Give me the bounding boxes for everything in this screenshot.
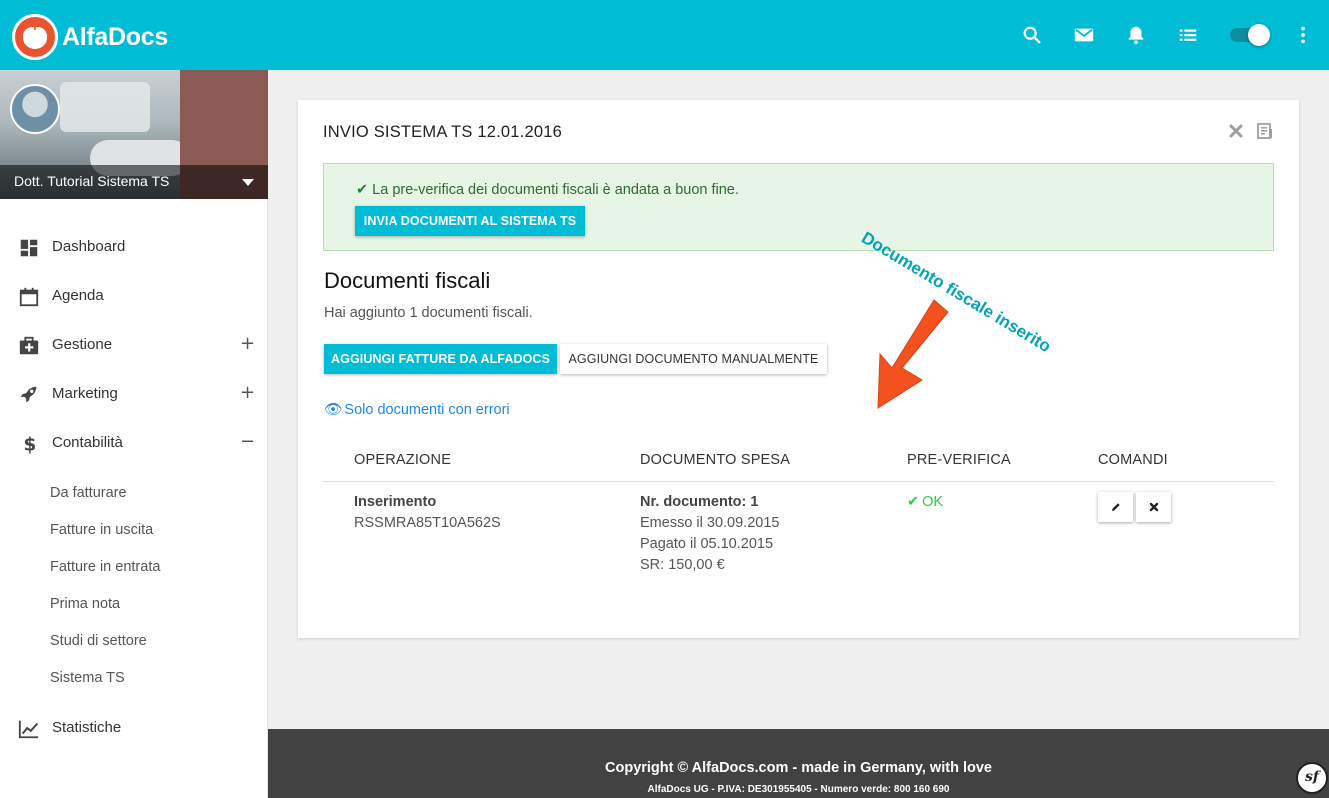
eye-icon: 👁 — [324, 402, 343, 418]
profile-header: Dott. Tutorial Sistema TS — [0, 70, 268, 199]
alert-message-row: ✔ La pre-verifica dei documenti fiscali è… — [356, 182, 739, 198]
avatar[interactable] — [10, 84, 60, 134]
fiscal-code: RSSMRA85T10A562S — [354, 515, 501, 531]
mail-icon[interactable] — [1073, 24, 1095, 46]
caret-down-icon — [242, 179, 254, 186]
sidebar-item-label: Agenda — [52, 287, 104, 304]
sidebar-item-label: Marketing — [52, 385, 118, 402]
invio-sistema-ts-card: INVIO SISTEMA TS 12.01.2016 ✔ La pre-veri… — [298, 100, 1299, 638]
expand-icon[interactable]: + — [240, 382, 255, 403]
lion-logo-icon — [12, 14, 58, 60]
section-subtitle: Hai aggiunto 1 documenti fiscali. — [324, 305, 533, 321]
table-row-operation: Inserimento RSSMRA85T10A562S — [354, 492, 501, 534]
column-header-documento-spesa: DOCUMENTO SPESA — [640, 452, 791, 468]
profile-background-image — [60, 82, 150, 132]
sidebar-item-agenda[interactable]: Agenda — [0, 277, 268, 317]
sidebar-item-dashboard[interactable]: Dashboard — [0, 228, 268, 268]
column-header-pre-verifica: PRE-VERIFICA — [907, 452, 1011, 468]
section-title: Documenti fiscali — [324, 268, 491, 293]
card-title: INVIO SISTEMA TS 12.01.2016 — [323, 123, 562, 141]
sidebar-item-gestione[interactable]: Gestione + — [0, 326, 268, 366]
sidebar-item-label: Statistiche — [52, 719, 122, 736]
footer-legal: AlfaDocs UG - P.IVA: DE301955405 - Numer… — [647, 784, 950, 795]
app-name: AlfaDocs — [62, 22, 168, 51]
alert-message: La pre-verifica dei documenti fiscali è … — [372, 182, 739, 198]
rocket-icon — [18, 384, 40, 406]
issued-date: Emesso il 30.09.2015 — [640, 515, 780, 531]
status-label: OK — [922, 494, 944, 510]
pre-verification-status: ✔ OK — [907, 494, 943, 510]
operation-type: Inserimento — [354, 494, 437, 510]
collapse-icon[interactable]: − — [240, 431, 255, 452]
annotation-arrow-icon — [877, 299, 949, 409]
column-header-operazione: OPERAZIONE — [354, 452, 452, 468]
profile-name: Dott. Tutorial Sistema TS — [14, 173, 170, 189]
expand-icon[interactable]: + — [240, 333, 255, 354]
sr-amount: SR: 150,00 € — [640, 557, 725, 573]
dollar-icon: $ — [18, 433, 40, 455]
sidebar: Dott. Tutorial Sistema TS Dashboard Agen… — [0, 70, 268, 798]
edit-button[interactable] — [1098, 492, 1133, 522]
delete-button[interactable] — [1136, 492, 1171, 522]
sidebar-item-label: Contabilità — [52, 434, 123, 451]
sidebar-item-label: Dashboard — [52, 238, 126, 255]
list-icon[interactable] — [1177, 24, 1199, 46]
pencil-icon — [1111, 503, 1120, 511]
document-number: Nr. documento: 1 — [640, 494, 759, 510]
search-icon[interactable] — [1021, 24, 1043, 46]
sidebar-subitem-studi-di-settore[interactable]: Studi di settore — [50, 633, 147, 649]
sidebar-subitem-fatture-in-entrata[interactable]: Fatture in entrata — [50, 559, 160, 575]
medical-kit-icon — [18, 335, 40, 357]
sidebar-item-statistiche[interactable]: Statistiche — [0, 709, 268, 749]
calendar-icon — [18, 286, 40, 308]
add-manual-document-button[interactable]: AGGIUNGI DOCUMENTO MANUALMENTE — [560, 344, 827, 374]
paid-date: Pagato il 05.10.2015 — [640, 536, 774, 552]
column-header-comandi: COMANDI — [1098, 452, 1168, 468]
footer: Copyright © AlfaDocs.com - made in Germa… — [268, 729, 1329, 798]
app-logo[interactable]: AlfaDocs — [12, 14, 168, 60]
bell-icon[interactable] — [1125, 24, 1147, 46]
sidebar-item-contabilita[interactable]: $ Contabilità − — [0, 424, 268, 464]
toggle-switch[interactable] — [1230, 24, 1270, 46]
close-icon[interactable] — [1228, 123, 1244, 139]
check-icon: ✔ — [907, 494, 920, 510]
sidebar-subitem-prima-nota[interactable]: Prima nota — [50, 596, 120, 612]
profile-menu-toggle[interactable]: Dott. Tutorial Sistema TS — [0, 165, 268, 199]
more-vert-icon[interactable] — [1292, 24, 1314, 46]
error-filter-label: Solo documenti con errori — [344, 402, 510, 418]
send-documents-button[interactable]: INVIA DOCUMENTI AL SISTEMA TS — [355, 206, 585, 236]
sidebar-subitem-sistema-ts[interactable]: Sistema TS — [50, 670, 125, 686]
success-alert: ✔ La pre-verifica dei documenti fiscali è… — [323, 163, 1274, 251]
sidebar-item-marketing[interactable]: Marketing + — [0, 375, 268, 415]
table-divider — [323, 481, 1274, 482]
sidebar-subitem-fatture-in-uscita[interactable]: Fatture in uscita — [50, 522, 153, 538]
add-alfadocs-invoices-button[interactable]: AGGIUNGI FATTURE DA ALFADOCS — [324, 344, 557, 374]
dashboard-icon — [18, 237, 40, 259]
error-filter-link[interactable]: 👁 Solo documenti con errori — [324, 401, 510, 418]
symfony-debug-icon[interactable]: sf — [1296, 762, 1328, 794]
chart-line-icon — [18, 718, 40, 740]
check-icon: ✔ — [356, 182, 369, 198]
footer-copyright: Copyright © AlfaDocs.com - made in Germa… — [605, 760, 992, 776]
top-bar: AlfaDocs — [0, 0, 1329, 70]
sidebar-subitem-da-fatturare[interactable]: Da fatturare — [50, 485, 127, 501]
document-icon[interactable] — [1256, 122, 1274, 140]
sidebar-item-label: Gestione — [52, 336, 113, 353]
table-row-document: Nr. documento: 1 Emesso il 30.09.2015 Pa… — [640, 492, 779, 576]
close-icon — [1149, 502, 1158, 512]
svg-text:$: $ — [24, 434, 37, 455]
